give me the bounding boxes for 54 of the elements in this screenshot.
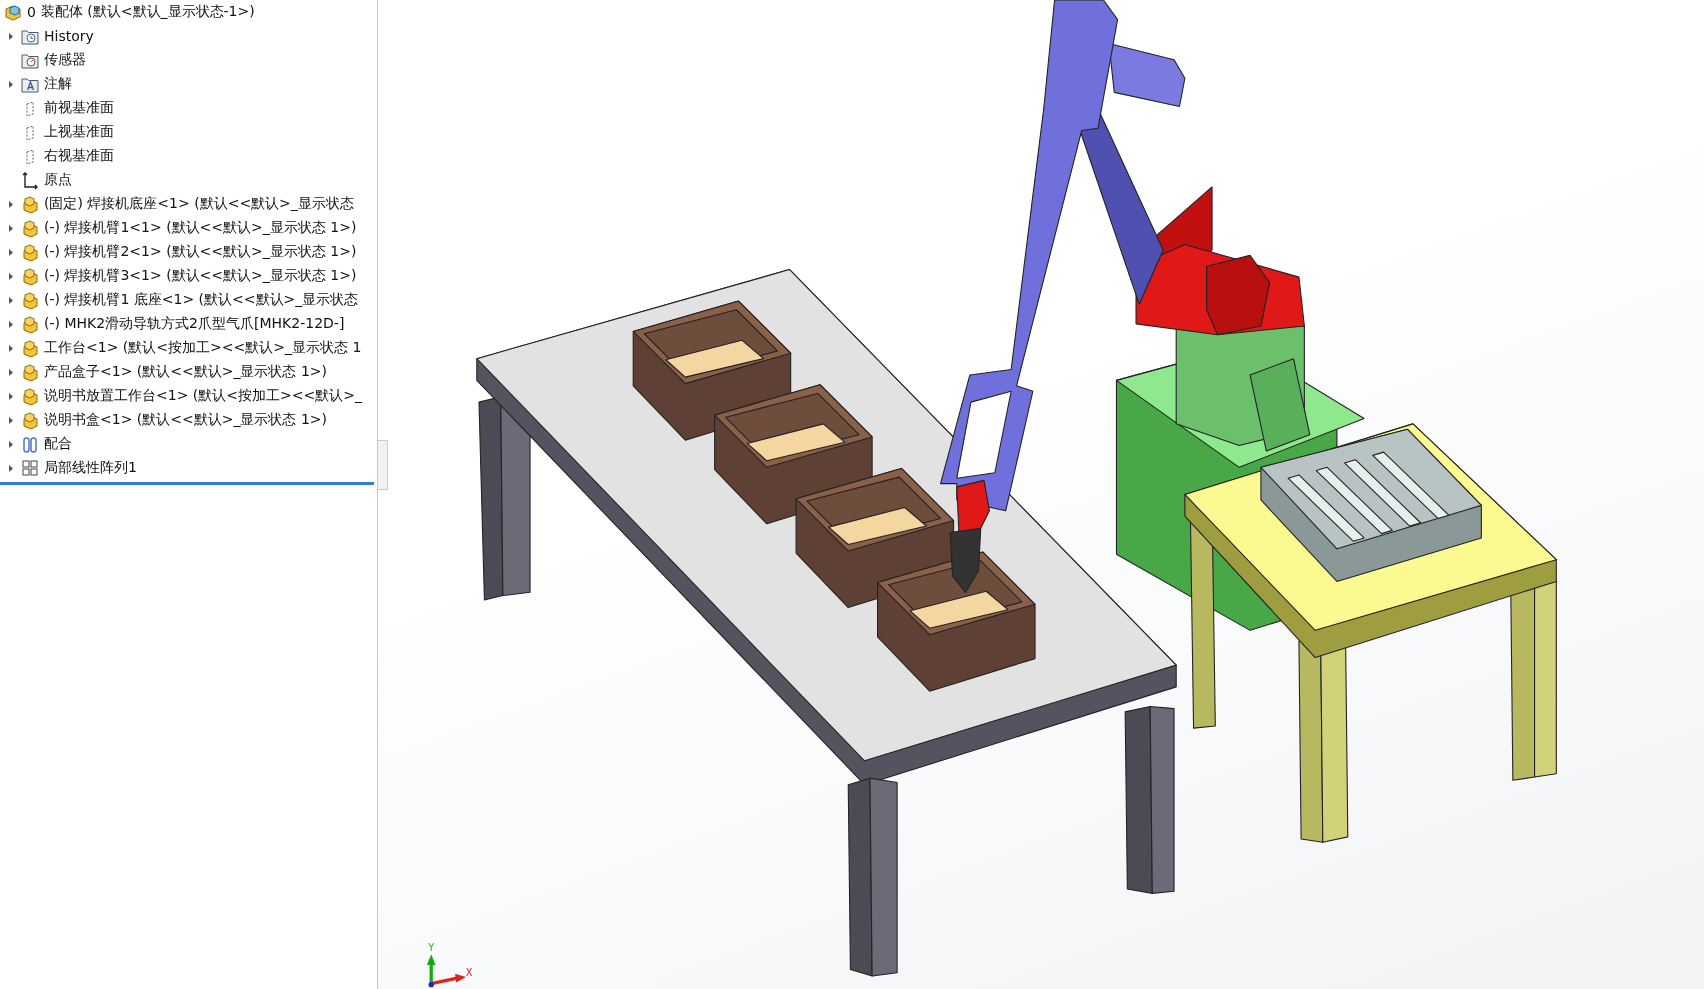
tree-item[interactable]: (-) MHK2滑动导轨方式2爪型气爪[MHK2-12D-] bbox=[0, 312, 377, 336]
part-icon bbox=[21, 266, 39, 286]
tree-item[interactable]: 说明书放置工作台<1> (默认<按加工><<默认>_ bbox=[0, 384, 377, 408]
expand-arrow-icon[interactable] bbox=[8, 247, 14, 257]
panel-collapse-handle[interactable] bbox=[378, 440, 388, 490]
part-icon bbox=[21, 290, 39, 310]
tree-root-item[interactable]: 0 装配体 (默认<默认_显示状态-1>) bbox=[0, 0, 377, 24]
tree-item[interactable]: 右视基准面 bbox=[0, 144, 377, 168]
tree-item-label: 装配体 (默认<默认_显示状态-1>) bbox=[40, 3, 255, 21]
tree-item[interactable]: (-) 焊接机臂3<1> (默认<<默认>_显示状态 1>) bbox=[0, 264, 377, 288]
mates-icon bbox=[21, 434, 39, 454]
tree-item[interactable]: (-) 焊接机臂1 底座<1> (默认<<默认>_显示状态 bbox=[0, 288, 377, 312]
expand-arrow-icon[interactable] bbox=[8, 439, 14, 449]
part-icon bbox=[21, 362, 39, 382]
tree-item[interactable]: 注解 bbox=[0, 72, 377, 96]
expand-arrow-icon[interactable] bbox=[8, 343, 14, 353]
axis-x-label: X bbox=[465, 966, 473, 978]
assembly-icon bbox=[4, 2, 22, 22]
tree-item[interactable]: 上视基准面 bbox=[0, 120, 377, 144]
part-icon bbox=[21, 218, 39, 238]
expand-arrow-icon[interactable] bbox=[8, 79, 14, 89]
tree-item[interactable]: 前视基准面 bbox=[0, 96, 377, 120]
expand-arrow-icon[interactable] bbox=[8, 223, 14, 233]
pattern-icon bbox=[21, 458, 39, 478]
part-icon bbox=[21, 194, 39, 214]
expand-arrow-icon[interactable] bbox=[8, 319, 14, 329]
tree-item[interactable]: (固定) 焊接机底座<1> (默认<<默认>_显示状态 bbox=[0, 192, 377, 216]
part-icon bbox=[21, 242, 39, 262]
tree-item-number: 0 bbox=[27, 4, 36, 20]
tree-item[interactable]: 产品盒子<1> (默认<<默认>_显示状态 1>) bbox=[0, 360, 377, 384]
part-icon bbox=[21, 314, 39, 334]
tree-item[interactable]: (-) 焊接机臂2<1> (默认<<默认>_显示状态 1>) bbox=[0, 240, 377, 264]
part-icon bbox=[21, 386, 39, 406]
tree-item[interactable]: 工作台<1> (默认<按加工><<默认>_显示状态 1 bbox=[0, 336, 377, 360]
tree-item[interactable]: 配合 bbox=[0, 432, 377, 456]
tree-item[interactable]: 原点 bbox=[0, 168, 377, 192]
expand-arrow-icon[interactable] bbox=[8, 271, 14, 281]
tree-item[interactable]: 局部线性阵列1 bbox=[0, 456, 377, 480]
expand-arrow-icon[interactable] bbox=[8, 367, 14, 377]
expand-arrow-icon[interactable] bbox=[8, 463, 14, 473]
tree-item[interactable]: 说明书盒<1> (默认<<默认>_显示状态 1>) bbox=[0, 408, 377, 432]
origin-icon bbox=[21, 170, 39, 190]
expand-arrow-icon[interactable] bbox=[8, 31, 14, 41]
tree-item[interactable]: 传感器 bbox=[0, 48, 377, 72]
tree-item[interactable]: History bbox=[0, 24, 377, 48]
expand-arrow-icon[interactable] bbox=[8, 295, 14, 305]
part-icon bbox=[21, 410, 39, 430]
axis-triad-icon bbox=[426, 954, 466, 988]
axis-y-label: Y bbox=[428, 941, 435, 953]
part-icon bbox=[21, 338, 39, 358]
tree-item[interactable]: (-) 焊接机臂1<1> (默认<<默认>_显示状态 1>) bbox=[0, 216, 377, 240]
expand-arrow-icon[interactable] bbox=[8, 391, 14, 401]
expand-arrow-icon[interactable] bbox=[8, 415, 14, 425]
expand-arrow-icon[interactable] bbox=[8, 199, 14, 209]
